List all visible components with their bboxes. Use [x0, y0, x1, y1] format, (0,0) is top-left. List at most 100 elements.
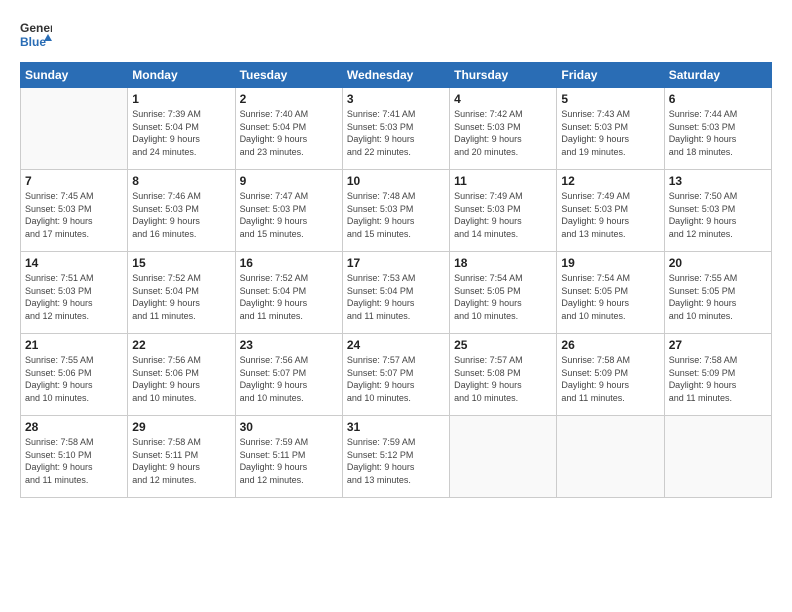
day-info: Sunrise: 7:50 AM Sunset: 5:03 PM Dayligh…: [669, 190, 767, 240]
logo-icon: GeneralBlue: [20, 18, 52, 54]
calendar-cell: [557, 416, 664, 498]
day-number: 7: [25, 174, 123, 188]
day-info: Sunrise: 7:39 AM Sunset: 5:04 PM Dayligh…: [132, 108, 230, 158]
calendar-cell: 19 Sunrise: 7:54 AM Sunset: 5:05 PM Dayli…: [557, 252, 664, 334]
calendar-cell: 1 Sunrise: 7:39 AM Sunset: 5:04 PM Daylig…: [128, 88, 235, 170]
page-header: GeneralBlue: [20, 18, 772, 54]
weekday-header-row: SundayMondayTuesdayWednesdayThursdayFrid…: [21, 63, 772, 88]
logo: GeneralBlue: [20, 18, 52, 54]
day-number: 6: [669, 92, 767, 106]
calendar-cell: 17Sunrise: 7:53 AM Sunset: 5:04 PM Dayli…: [342, 252, 449, 334]
day-info: Sunrise: 7:58 AM Sunset: 5:09 PM Dayligh…: [669, 354, 767, 404]
calendar-cell: 26Sunrise: 7:58 AM Sunset: 5:09 PM Dayli…: [557, 334, 664, 416]
weekday-header-saturday: Saturday: [664, 63, 771, 88]
calendar-week-row: 7 Sunrise: 7:45 AM Sunset: 5:03 PM Daylig…: [21, 170, 772, 252]
day-info: Sunrise: 7:48 AM Sunset: 5:03 PM Dayligh…: [347, 190, 445, 240]
calendar-table: SundayMondayTuesdayWednesdayThursdayFrid…: [20, 62, 772, 498]
day-info: Sunrise: 7:46 AM Sunset: 5:03 PM Dayligh…: [132, 190, 230, 240]
calendar-cell: 6Sunrise: 7:44 AM Sunset: 5:03 PM Daylig…: [664, 88, 771, 170]
day-info: Sunrise: 7:59 AM Sunset: 5:12 PM Dayligh…: [347, 436, 445, 486]
day-info: Sunrise: 7:53 AM Sunset: 5:04 PM Dayligh…: [347, 272, 445, 322]
svg-text:General: General: [20, 21, 52, 35]
day-number: 24: [347, 338, 445, 352]
calendar-cell: 13 Sunrise: 7:50 AM Sunset: 5:03 PM Dayli…: [664, 170, 771, 252]
calendar-week-row: 21 Sunrise: 7:55 AM Sunset: 5:06 PM Dayli…: [21, 334, 772, 416]
day-number: 9: [240, 174, 338, 188]
day-number: 22: [132, 338, 230, 352]
calendar-cell: 8 Sunrise: 7:46 AM Sunset: 5:03 PM Daylig…: [128, 170, 235, 252]
day-number: 14: [25, 256, 123, 270]
day-info: Sunrise: 7:49 AM Sunset: 5:03 PM Dayligh…: [561, 190, 659, 240]
weekday-header-monday: Monday: [128, 63, 235, 88]
calendar-cell: 18Sunrise: 7:54 AM Sunset: 5:05 PM Dayli…: [450, 252, 557, 334]
day-info: Sunrise: 7:45 AM Sunset: 5:03 PM Dayligh…: [25, 190, 123, 240]
day-info: Sunrise: 7:52 AM Sunset: 5:04 PM Dayligh…: [240, 272, 338, 322]
day-info: Sunrise: 7:40 AM Sunset: 5:04 PM Dayligh…: [240, 108, 338, 158]
day-info: Sunrise: 7:55 AM Sunset: 5:05 PM Dayligh…: [669, 272, 767, 322]
calendar-cell: 2 Sunrise: 7:40 AM Sunset: 5:04 PM Daylig…: [235, 88, 342, 170]
day-info: Sunrise: 7:41 AM Sunset: 5:03 PM Dayligh…: [347, 108, 445, 158]
day-info: Sunrise: 7:47 AM Sunset: 5:03 PM Dayligh…: [240, 190, 338, 240]
day-info: Sunrise: 7:55 AM Sunset: 5:06 PM Dayligh…: [25, 354, 123, 404]
day-info: Sunrise: 7:43 AM Sunset: 5:03 PM Dayligh…: [561, 108, 659, 158]
day-info: Sunrise: 7:52 AM Sunset: 5:04 PM Dayligh…: [132, 272, 230, 322]
day-info: Sunrise: 7:58 AM Sunset: 5:11 PM Dayligh…: [132, 436, 230, 486]
calendar-cell: 22 Sunrise: 7:56 AM Sunset: 5:06 PM Dayli…: [128, 334, 235, 416]
day-info: Sunrise: 7:49 AM Sunset: 5:03 PM Dayligh…: [454, 190, 552, 240]
calendar-cell: 4 Sunrise: 7:42 AM Sunset: 5:03 PM Daylig…: [450, 88, 557, 170]
calendar-cell: 23 Sunrise: 7:56 AM Sunset: 5:07 PM Dayli…: [235, 334, 342, 416]
day-number: 4: [454, 92, 552, 106]
day-number: 27: [669, 338, 767, 352]
day-number: 25: [454, 338, 552, 352]
day-info: Sunrise: 7:56 AM Sunset: 5:07 PM Dayligh…: [240, 354, 338, 404]
calendar-cell: 30Sunrise: 7:59 AM Sunset: 5:11 PM Dayli…: [235, 416, 342, 498]
day-number: 20: [669, 256, 767, 270]
calendar-cell: 15 Sunrise: 7:52 AM Sunset: 5:04 PM Dayli…: [128, 252, 235, 334]
day-number: 16: [240, 256, 338, 270]
calendar-cell: 11 Sunrise: 7:49 AM Sunset: 5:03 PM Dayli…: [450, 170, 557, 252]
calendar-cell: 24 Sunrise: 7:57 AM Sunset: 5:07 PM Dayli…: [342, 334, 449, 416]
day-info: Sunrise: 7:58 AM Sunset: 5:10 PM Dayligh…: [25, 436, 123, 486]
day-info: Sunrise: 7:54 AM Sunset: 5:05 PM Dayligh…: [561, 272, 659, 322]
calendar-cell: 29Sunrise: 7:58 AM Sunset: 5:11 PM Dayli…: [128, 416, 235, 498]
day-number: 5: [561, 92, 659, 106]
day-info: Sunrise: 7:59 AM Sunset: 5:11 PM Dayligh…: [240, 436, 338, 486]
day-info: Sunrise: 7:42 AM Sunset: 5:03 PM Dayligh…: [454, 108, 552, 158]
weekday-header-sunday: Sunday: [21, 63, 128, 88]
day-number: 21: [25, 338, 123, 352]
weekday-header-friday: Friday: [557, 63, 664, 88]
calendar-cell: 28 Sunrise: 7:58 AM Sunset: 5:10 PM Dayli…: [21, 416, 128, 498]
calendar-cell: 31Sunrise: 7:59 AM Sunset: 5:12 PM Dayli…: [342, 416, 449, 498]
day-number: 8: [132, 174, 230, 188]
calendar-week-row: 1 Sunrise: 7:39 AM Sunset: 5:04 PM Daylig…: [21, 88, 772, 170]
day-number: 13: [669, 174, 767, 188]
day-number: 11: [454, 174, 552, 188]
day-info: Sunrise: 7:57 AM Sunset: 5:07 PM Dayligh…: [347, 354, 445, 404]
calendar-cell: [21, 88, 128, 170]
day-number: 19: [561, 256, 659, 270]
day-number: 1: [132, 92, 230, 106]
day-number: 3: [347, 92, 445, 106]
weekday-header-wednesday: Wednesday: [342, 63, 449, 88]
day-number: 12: [561, 174, 659, 188]
calendar-cell: 14Sunrise: 7:51 AM Sunset: 5:03 PM Dayli…: [21, 252, 128, 334]
calendar-week-row: 14Sunrise: 7:51 AM Sunset: 5:03 PM Dayli…: [21, 252, 772, 334]
day-number: 10: [347, 174, 445, 188]
day-info: Sunrise: 7:56 AM Sunset: 5:06 PM Dayligh…: [132, 354, 230, 404]
calendar-cell: 5 Sunrise: 7:43 AM Sunset: 5:03 PM Daylig…: [557, 88, 664, 170]
calendar-cell: 27 Sunrise: 7:58 AM Sunset: 5:09 PM Dayli…: [664, 334, 771, 416]
calendar-cell: 21 Sunrise: 7:55 AM Sunset: 5:06 PM Dayli…: [21, 334, 128, 416]
calendar-cell: 12 Sunrise: 7:49 AM Sunset: 5:03 PM Dayli…: [557, 170, 664, 252]
weekday-header-tuesday: Tuesday: [235, 63, 342, 88]
day-number: 2: [240, 92, 338, 106]
day-info: Sunrise: 7:58 AM Sunset: 5:09 PM Dayligh…: [561, 354, 659, 404]
calendar-cell: [450, 416, 557, 498]
calendar-cell: [664, 416, 771, 498]
calendar-week-row: 28 Sunrise: 7:58 AM Sunset: 5:10 PM Dayli…: [21, 416, 772, 498]
day-number: 15: [132, 256, 230, 270]
svg-text:Blue: Blue: [20, 35, 46, 49]
weekday-header-thursday: Thursday: [450, 63, 557, 88]
day-number: 23: [240, 338, 338, 352]
day-number: 28: [25, 420, 123, 434]
calendar-cell: 7 Sunrise: 7:45 AM Sunset: 5:03 PM Daylig…: [21, 170, 128, 252]
